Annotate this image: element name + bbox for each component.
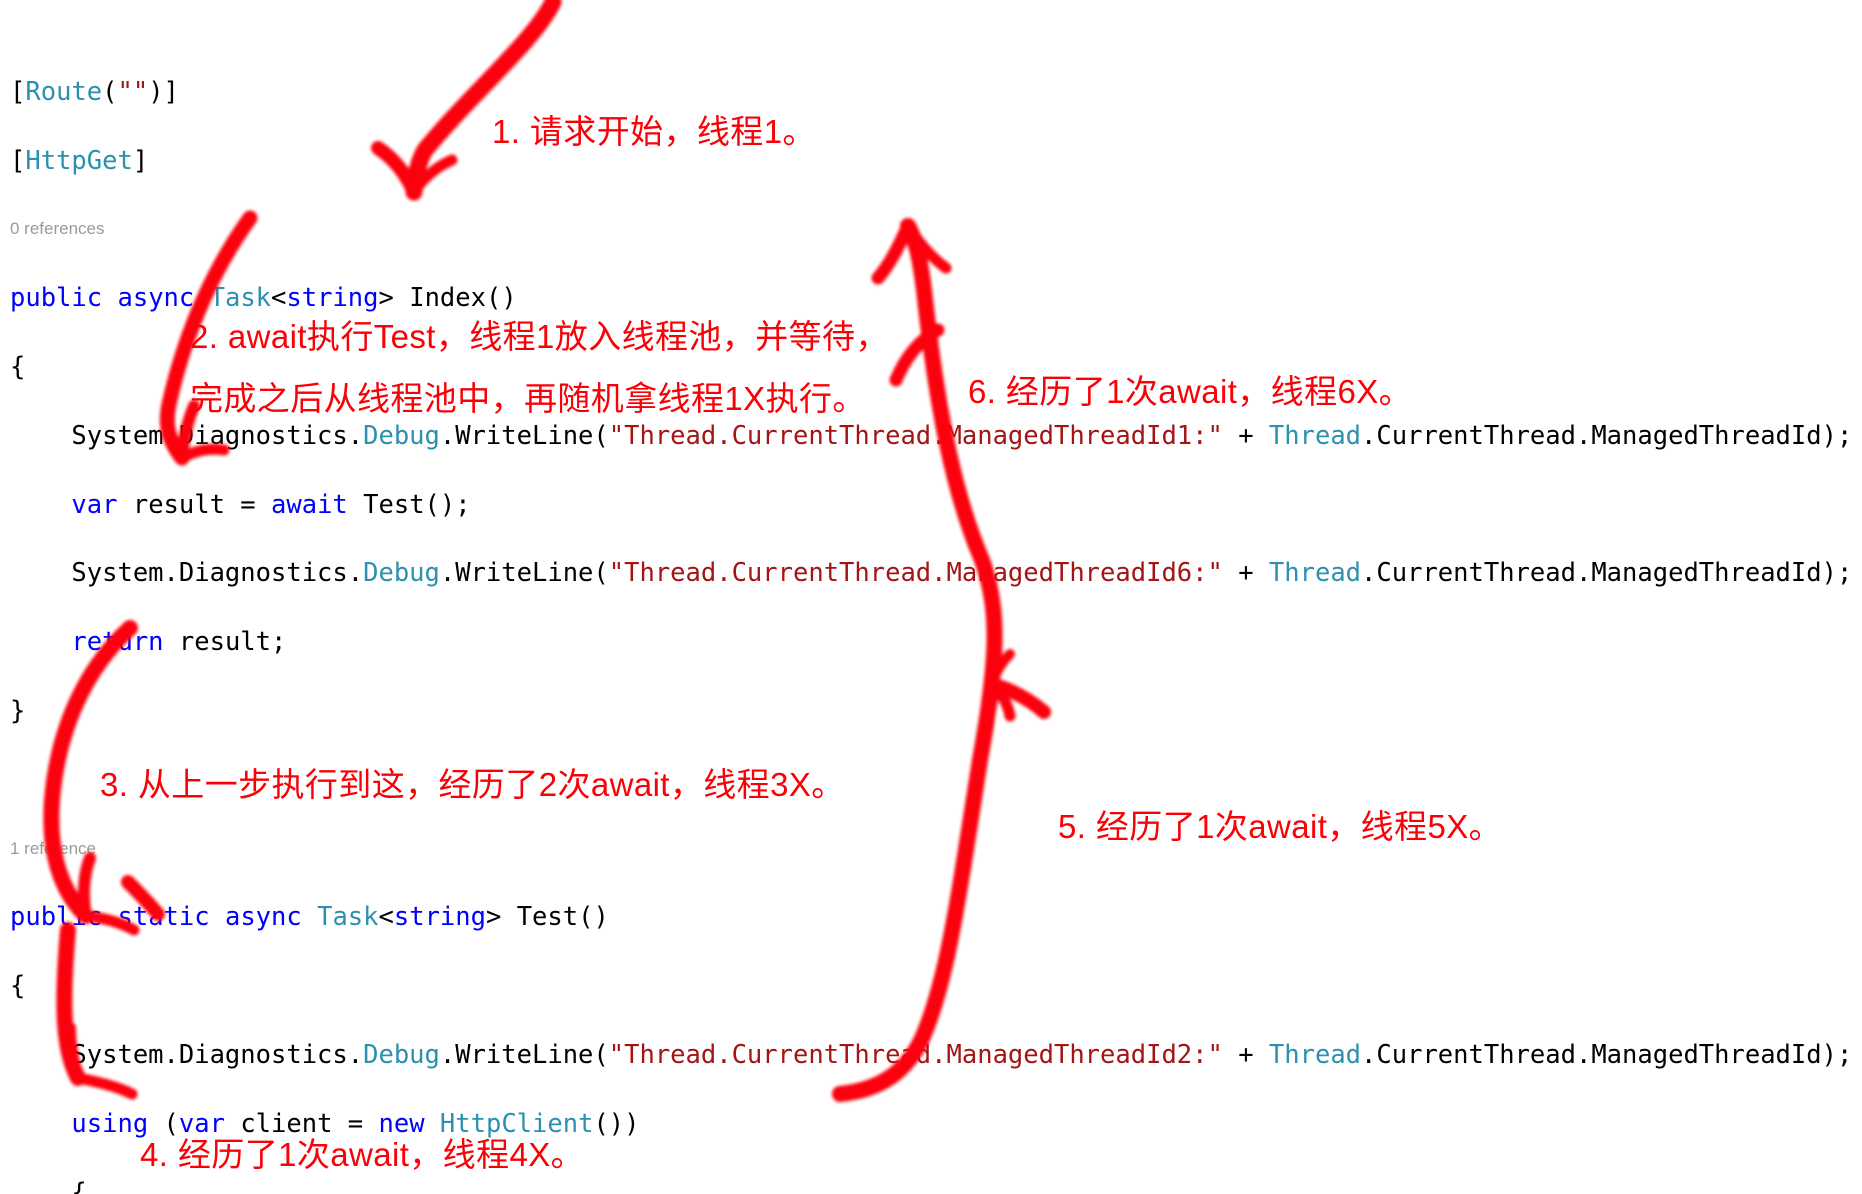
code-line: { — [10, 1177, 87, 1194]
code-line: { — [10, 971, 26, 1002]
code-line: var result = await Test(); — [71, 489, 471, 520]
code-line: System.Diagnostics.Debug.WriteLine("Thre… — [10, 420, 1853, 451]
codelens-index[interactable]: 0 references — [10, 212, 1862, 246]
annotation-6: 6. 经历了1次await，线程6X。 — [968, 373, 1413, 410]
code-line: [Route("")] — [10, 76, 179, 107]
annotation-5: 5. 经历了1次await，线程5X。 — [1058, 808, 1503, 845]
annotation-2-line1: 2. await执行Test，线程1放入线程池，并等待， — [190, 318, 889, 355]
code-line: System.Diagnostics.Debug.WriteLine("Thre… — [10, 1039, 1853, 1070]
code-line: [HttpGet] — [10, 145, 149, 176]
code-line: } — [10, 695, 26, 726]
annotation-3: 3. 从上一步执行到这，经历了2次await，线程3X。 — [100, 766, 845, 803]
code-line: return result; — [71, 627, 287, 658]
code-editor-surface[interactable]: [Route("")] [HttpGet] 0 references publi… — [0, 0, 1862, 1194]
code-line: public static async Task<string> Test() — [10, 902, 609, 933]
annotation-1: 1. 请求开始，线程1。 — [492, 113, 816, 150]
annotated-code-screenshot: [Route("")] [HttpGet] 0 references publi… — [0, 0, 1862, 1194]
code-line: System.Diagnostics.Debug.WriteLine("Thre… — [10, 558, 1853, 589]
annotation-4: 4. 经历了1次await，线程4X。 — [140, 1136, 585, 1173]
codelens-test[interactable]: 1 reference — [10, 832, 1862, 866]
annotation-2-line2: 完成之后从线程池中，再随机拿线程1X执行。 — [190, 380, 866, 417]
